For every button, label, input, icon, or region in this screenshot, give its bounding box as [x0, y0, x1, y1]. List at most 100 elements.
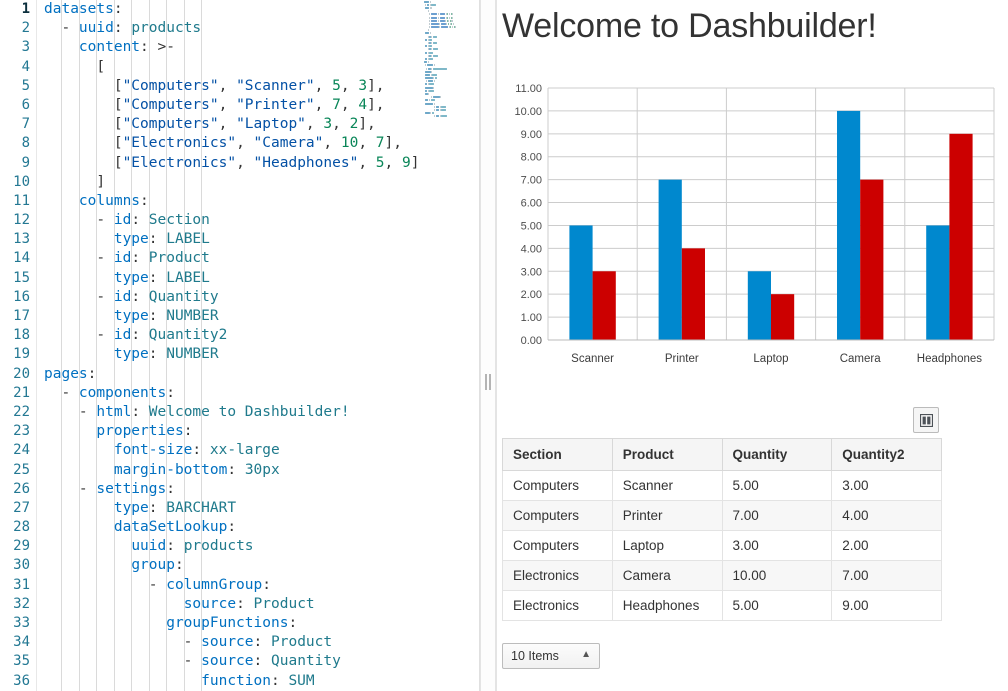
dashbuilder-editor-window: 1 datasets: 2 - uuid: products 3 content: >… — [0, 0, 1008, 691]
table-column-header[interactable]: Quantity2 — [831, 438, 942, 471]
code-line-text: - html: Welcome to Dashbuilder! — [44, 403, 350, 420]
code-line[interactable]: 17 type: NUMBER — [0, 307, 422, 326]
code-line[interactable]: 36 function: SUM — [0, 672, 422, 691]
bar-quantity2-camera[interactable] — [860, 179, 884, 340]
code-line[interactable]: 28 dataSetLookup: — [0, 518, 422, 537]
editor-minimap[interactable] — [424, 0, 478, 691]
x-axis-category-label: Printer — [665, 353, 699, 365]
table-column-header[interactable]: Product — [611, 438, 723, 471]
line-number: 3 — [21, 39, 30, 56]
table-header-row: Section Product Quantity Quantity2 — [502, 438, 942, 471]
y-axis-tick-label: 6.00 — [521, 198, 542, 210]
table-row[interactable]: Computers Scanner 5.00 3.00 — [502, 470, 942, 501]
chevron-up-icon: ▲ — [581, 649, 591, 660]
code-line[interactable]: 33 groupFunctions: — [0, 614, 422, 633]
line-number: 2 — [21, 20, 30, 37]
yaml-code-editor[interactable]: 1 datasets: 2 - uuid: products 3 content: >… — [0, 0, 480, 691]
code-line[interactable]: 31 - columnGroup: — [0, 576, 422, 595]
bar-quantity-laptop[interactable] — [747, 271, 771, 340]
table-column-header[interactable]: Section — [502, 438, 613, 471]
code-line[interactable]: 6 ["Computers", "Printer", 7, 4], — [0, 96, 422, 115]
code-line[interactable]: 10 ] — [0, 173, 422, 192]
code-line[interactable]: 18 - id: Quantity2 — [0, 326, 422, 345]
code-line[interactable]: 13 type: LABEL — [0, 230, 422, 249]
table-row[interactable]: Computers Laptop 3.00 2.00 — [502, 530, 942, 561]
code-line[interactable]: 3 content: >- — [0, 38, 422, 57]
bar-quantity2-printer[interactable] — [681, 248, 705, 340]
code-line[interactable]: 26 - settings: — [0, 480, 422, 499]
code-line[interactable]: 34 - source: Product — [0, 633, 422, 652]
table-cell: Laptop — [611, 530, 723, 561]
code-content[interactable]: 1 datasets: 2 - uuid: products 3 content: >… — [0, 0, 422, 691]
vertical-grip-icon[interactable] — [485, 374, 491, 390]
code-line[interactable]: 24 font-size: xx-large — [0, 441, 422, 460]
code-line[interactable]: 16 - id: Quantity — [0, 288, 422, 307]
code-line[interactable]: 5 ["Computers", "Scanner", 5, 3], — [0, 77, 422, 96]
code-line[interactable]: 25 margin-bottom: 30px — [0, 461, 422, 480]
bar-quantity2-laptop[interactable] — [771, 294, 795, 340]
line-number: 34 — [13, 634, 30, 651]
code-line-text: - id: Product — [44, 250, 210, 267]
code-line[interactable]: 2 - uuid: products — [0, 19, 422, 38]
table-cell: 7.00 — [721, 500, 833, 531]
table-cell: Computers — [502, 530, 613, 561]
bar-chart-widget[interactable]: 0.00 1.00 2.00 3.00 4.00 5.00 6.00 7.00 8.00 9.00… — [502, 78, 1002, 378]
code-line-text: - id: Section — [44, 212, 210, 229]
line-number: 18 — [13, 327, 30, 344]
line-number: 33 — [13, 615, 30, 631]
code-line[interactable]: 11 columns: — [0, 192, 422, 211]
items-per-page-select[interactable]: 10 Items ▲ — [502, 643, 600, 669]
y-axis-tick-label: 5.00 — [521, 220, 542, 232]
bar-quantity-printer[interactable] — [658, 179, 682, 340]
columns-panel-icon[interactable] — [913, 407, 939, 433]
table-cell: 5.00 — [721, 590, 833, 621]
y-axis-tick-label: 7.00 — [521, 175, 542, 187]
code-line[interactable]: 4 [ — [0, 58, 422, 77]
table-cell: 4.00 — [831, 500, 942, 531]
code-line[interactable]: 12 - id: Section — [0, 211, 422, 230]
bar-quantity2-scanner[interactable] — [592, 271, 616, 340]
code-line-text: - id: Quantity2 — [44, 327, 228, 344]
code-line[interactable]: 9 ["Electronics", "Headphones", 5, 9] — [0, 154, 422, 173]
code-line-text: - settings: — [44, 480, 175, 497]
table-cell: Headphones — [611, 590, 723, 621]
code-line[interactable]: 30 group: — [0, 556, 422, 575]
bar-quantity-camera[interactable] — [837, 110, 861, 340]
table-row[interactable]: Electronics Camera 10.00 7.00 — [502, 560, 942, 591]
table-row[interactable]: Computers Printer 7.00 4.00 — [502, 500, 942, 531]
table-cell: 7.00 — [831, 560, 942, 591]
code-line[interactable]: 1 datasets: — [0, 0, 422, 19]
code-line[interactable]: 15 type: LABEL — [0, 269, 422, 288]
line-number: 27 — [13, 499, 30, 516]
bar-quantity2-headphones[interactable] — [949, 133, 973, 340]
code-line[interactable]: 21 - components: — [0, 384, 422, 403]
code-line-text: uuid: products — [131, 538, 254, 555]
code-line[interactable]: 23 properties: — [0, 422, 422, 441]
code-line[interactable]: 14 - id: Product — [0, 249, 422, 268]
code-line[interactable]: 35 - source: Quantity — [0, 652, 422, 671]
table-cell: Computers — [502, 500, 613, 531]
table-head: Section Product Quantity Quantity2 — [502, 438, 942, 471]
code-line[interactable]: 20 pages: — [0, 365, 422, 384]
code-line[interactable]: 27 type: BARCHART — [0, 499, 422, 518]
line-number: 10 — [13, 173, 30, 190]
code-line[interactable]: 7 ["Computers", "Laptop", 3, 2], — [0, 115, 422, 134]
line-number: 22 — [13, 403, 30, 420]
preview-left-border — [496, 0, 497, 691]
table-row[interactable]: Electronics Headphones 5.00 9.00 — [502, 590, 942, 621]
code-line-text: - id: Quantity — [44, 288, 219, 305]
code-line-text: type: LABEL — [113, 269, 210, 286]
code-line[interactable]: 22 - html: Welcome to Dashbuilder! — [0, 403, 422, 422]
code-line-text: type: NUMBER — [113, 346, 219, 363]
code-line[interactable]: 8 ["Electronics", "Camera", 10, 7], — [0, 134, 422, 153]
bar-chart-svg: 0.00 1.00 2.00 3.00 4.00 5.00 6.00 7.00 8.00 9.00… — [514, 83, 995, 365]
code-line[interactable]: 19 type: NUMBER — [0, 345, 422, 364]
pane-splitter[interactable] — [480, 0, 496, 691]
table-column-header[interactable]: Quantity — [721, 438, 833, 471]
code-line[interactable]: 29 uuid: products — [0, 537, 422, 556]
code-line[interactable]: 32 source: Product — [0, 595, 422, 614]
line-number: 13 — [13, 231, 30, 248]
code-line-text: - columnGroup: — [44, 576, 271, 593]
bar-quantity-scanner[interactable] — [569, 225, 593, 340]
bar-quantity-headphones[interactable] — [926, 225, 950, 340]
